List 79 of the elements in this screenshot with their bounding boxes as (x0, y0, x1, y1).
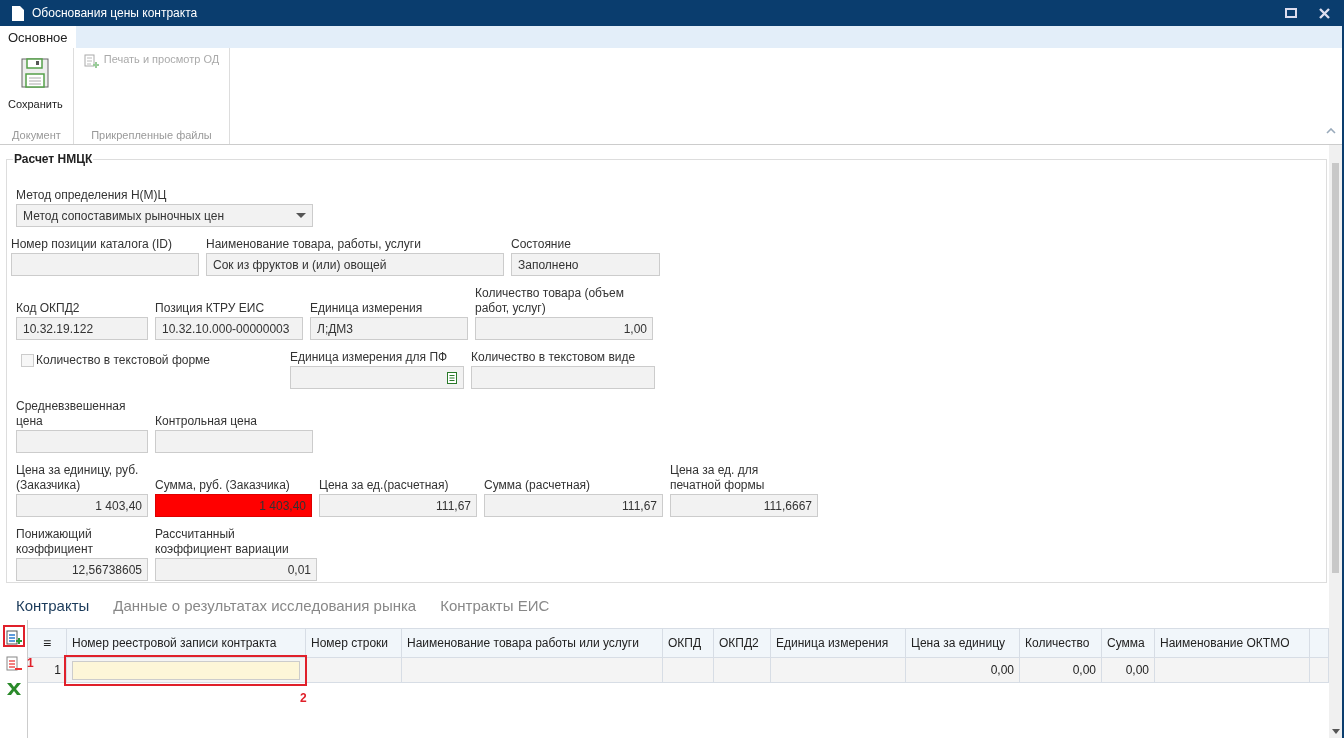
field-label: Сумма, руб. (Заказчика) (155, 478, 291, 493)
column-header[interactable]: Единица измерения (771, 629, 906, 657)
column-header[interactable]: ОКПД (663, 629, 714, 657)
number-field[interactable]: 1,00 (475, 317, 653, 340)
text-field[interactable] (16, 430, 148, 453)
field-label: Рассчитанный коэффициент вариации (155, 527, 290, 557)
column-header[interactable]: Цена за единицу (906, 629, 1020, 657)
group-caption: Прикрепленные файлы (90, 129, 213, 143)
field-label: Средневзвешенная цена (16, 399, 127, 429)
column-header[interactable]: Сумма (1102, 629, 1155, 657)
close-icon[interactable] (1319, 7, 1330, 19)
column-header[interactable]: Наименование товара работы или услуги (402, 629, 663, 657)
number-field[interactable]: 111,67 (319, 494, 477, 517)
field-label: Цена за ед. для печатной формы (670, 463, 766, 493)
scroll-down-icon[interactable] (1331, 729, 1340, 734)
field-label: Состояние (511, 237, 572, 252)
field-label: Понижающий коэффициент (16, 527, 94, 557)
tab[interactable]: Контракты ЕИС (440, 595, 550, 614)
text-field[interactable]: 10.32.10.000-00000003 (155, 317, 303, 340)
field-label: Метод определения Н(М)Ц (16, 188, 168, 203)
column-header[interactable]: Номер строки (306, 629, 402, 657)
text-field[interactable]: 10.32.19.122 (16, 317, 148, 340)
column-header[interactable]: Номер реестровой записи контракта (67, 629, 306, 657)
number-field[interactable]: 0,01 (155, 558, 317, 581)
field-label: Единица измерения для ПФ (290, 350, 449, 365)
document-plus-icon (83, 53, 100, 69)
field-label: Цена за единицу, руб. (Заказчика) (16, 463, 140, 493)
annotation-number: 1 (27, 656, 34, 670)
field-label: Цена за ед.(расчетная) (319, 478, 450, 493)
table-cell: 0,00 (906, 658, 1020, 682)
column-header[interactable]: ОКПД2 (714, 629, 771, 657)
document-icon (12, 5, 24, 21)
table-cell: 0,00 (1102, 658, 1155, 682)
field-label: Номер позиции каталога (ID) (11, 237, 173, 252)
text-field[interactable]: Сок из фруктов и (или) овощей (206, 253, 504, 276)
list-icon[interactable] (447, 371, 457, 384)
number-field[interactable]: 1 403,40 (16, 494, 148, 517)
number-field[interactable]: 111,6667 (670, 494, 818, 517)
field-label: Контрольная цена (155, 414, 258, 429)
annotation-number: 2 (300, 691, 307, 705)
field-label: Код ОКПД2 (16, 301, 81, 316)
text-field[interactable] (471, 366, 655, 389)
dropdown-arrow-icon[interactable] (296, 213, 306, 218)
field-label: Сумма (расчетная) (484, 478, 592, 493)
maximize-icon[interactable] (1285, 8, 1297, 18)
scrollbar[interactable] (1329, 620, 1342, 738)
remove-row-icon[interactable] (5, 656, 22, 672)
field-label: Наименование товара, работы, услуги (206, 237, 422, 252)
add-row-icon[interactable] (5, 630, 22, 646)
field-label: Единица измерения (310, 301, 424, 316)
column-header[interactable]: Количество (1020, 629, 1102, 657)
number-field[interactable]: 111,67 (484, 494, 663, 517)
unit-picker-field[interactable] (290, 366, 464, 389)
field-label: Позиция КТРУ ЕИС (155, 301, 266, 316)
column-header[interactable]: ≡ (28, 629, 67, 657)
tab[interactable]: Контракты (16, 595, 90, 614)
field-label: Количество в текстовом виде (471, 350, 637, 365)
method-dropdown[interactable]: Метод сопоставимых рыночных цен (16, 204, 313, 227)
input-field[interactable] (72, 660, 300, 680)
number-field[interactable]: 12,56738605 (16, 558, 148, 581)
group-title: Расчет НМЦК (13, 152, 94, 166)
checkbox[interactable] (21, 353, 34, 367)
column-header[interactable]: Наименование ОКТМО (1155, 629, 1310, 657)
text-field[interactable]: Л;ДМ3 (310, 317, 468, 340)
checkbox-label: Количество в текстовой форме (36, 353, 211, 367)
tab[interactable]: Данные о результатах исследования рынка (113, 595, 417, 614)
field-label: Количество товара (объем работ, услуг) (475, 286, 625, 316)
ribbon-tab[interactable]: Основное (0, 26, 76, 48)
group-caption: Документ (11, 129, 62, 143)
text-field[interactable] (11, 253, 199, 276)
window-title: Обоснования цены контракта (32, 6, 198, 20)
scrollbar[interactable] (1329, 145, 1342, 620)
text-field[interactable] (155, 430, 313, 453)
save-button[interactable]: Сохранить (4, 52, 67, 125)
text-field[interactable]: Заполнено (511, 253, 660, 276)
collapse-ribbon-icon[interactable] (1326, 128, 1336, 134)
table-cell: 0,00 (1020, 658, 1102, 682)
annotation-frame (3, 625, 25, 647)
excel-icon[interactable] (5, 682, 22, 696)
